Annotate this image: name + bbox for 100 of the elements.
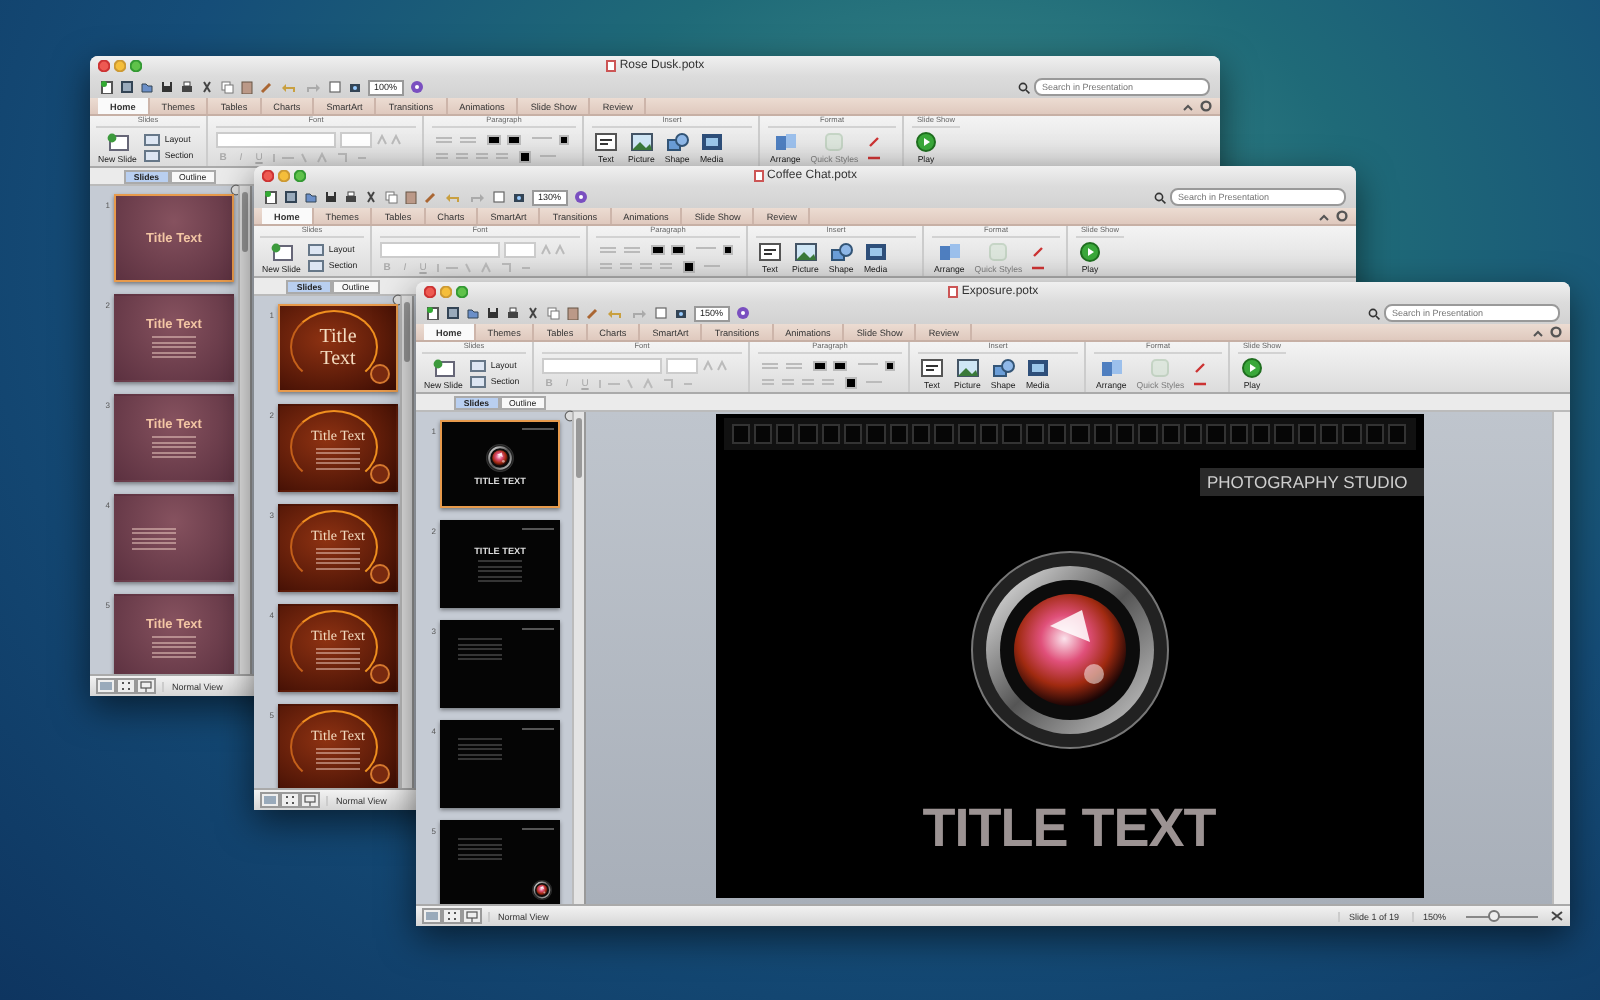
search-icon[interactable] bbox=[1018, 81, 1030, 93]
camera-lens-drawing bbox=[486, 443, 514, 471]
font-size-field[interactable] bbox=[666, 357, 698, 373]
paragraph-tools-drawing bbox=[432, 131, 572, 163]
folder-icon[interactable] bbox=[466, 306, 480, 320]
folder-icon[interactable] bbox=[304, 190, 318, 204]
brush-icon[interactable] bbox=[586, 306, 600, 320]
help-icon[interactable] bbox=[573, 190, 588, 204]
scrollbar[interactable] bbox=[1552, 412, 1570, 904]
copy-icon[interactable] bbox=[220, 80, 234, 94]
paragraph-tools-drawing bbox=[758, 357, 898, 389]
document-icon bbox=[947, 286, 958, 298]
print-icon[interactable] bbox=[180, 80, 194, 94]
badge-drawing bbox=[370, 564, 390, 584]
save-icon[interactable] bbox=[324, 190, 338, 204]
scrollbar[interactable] bbox=[238, 186, 250, 674]
slide-sorter-icon[interactable] bbox=[280, 792, 300, 808]
shapes-icon bbox=[829, 241, 854, 261]
film-icon bbox=[1025, 357, 1050, 377]
slide-thumbnail[interactable] bbox=[440, 820, 560, 904]
close-button-icon[interactable] bbox=[424, 286, 436, 298]
slide-sorter-icon[interactable] bbox=[442, 908, 462, 924]
copy-icon[interactable] bbox=[384, 190, 398, 204]
slideshow-view-icon[interactable] bbox=[300, 792, 320, 808]
slideshow-view-icon[interactable] bbox=[462, 908, 482, 924]
badge-drawing bbox=[370, 664, 390, 684]
slide-sorter-icon[interactable] bbox=[116, 678, 136, 694]
text-lines-drawing bbox=[316, 747, 360, 769]
save-icon[interactable] bbox=[160, 80, 174, 94]
templates-icon[interactable] bbox=[120, 80, 134, 94]
templates-icon[interactable] bbox=[446, 306, 460, 320]
scrollbar[interactable] bbox=[572, 412, 584, 904]
slide-thumbnail[interactable]: Title Text bbox=[278, 304, 398, 392]
zoom-button-icon[interactable] bbox=[130, 60, 142, 72]
paste-icon[interactable] bbox=[566, 306, 580, 320]
new-slide-icon bbox=[269, 241, 294, 261]
close-button-icon[interactable] bbox=[98, 60, 110, 72]
slideshow-view-icon[interactable] bbox=[136, 678, 156, 694]
text-box-icon bbox=[920, 357, 944, 377]
copy-icon[interactable] bbox=[546, 306, 560, 320]
minimize-button-icon[interactable] bbox=[440, 286, 452, 298]
slide-thumbnail[interactable] bbox=[440, 720, 560, 808]
sidebar-icon[interactable] bbox=[492, 190, 506, 204]
font-name-field[interactable] bbox=[542, 357, 662, 373]
slide-thumbnail[interactable] bbox=[440, 620, 560, 708]
text-lines-drawing bbox=[458, 738, 502, 760]
search-icon[interactable] bbox=[1368, 307, 1380, 319]
search-icon[interactable] bbox=[1154, 191, 1166, 203]
badge-drawing bbox=[370, 364, 390, 384]
new-document-icon[interactable] bbox=[426, 306, 440, 320]
scissors-icon[interactable] bbox=[364, 190, 378, 204]
close-button-icon[interactable] bbox=[262, 170, 274, 182]
paste-icon[interactable] bbox=[240, 80, 254, 94]
help-icon[interactable] bbox=[409, 80, 424, 94]
brush-icon[interactable] bbox=[260, 80, 274, 94]
film-icon bbox=[699, 131, 724, 151]
font-name-field[interactable] bbox=[380, 241, 500, 257]
brush-icon[interactable] bbox=[424, 190, 438, 204]
sidebar-icon[interactable] bbox=[328, 80, 342, 94]
new-document-icon[interactable] bbox=[264, 190, 278, 204]
collapse-icon[interactable] bbox=[1182, 101, 1194, 111]
minimize-button-icon[interactable] bbox=[114, 60, 126, 72]
collapse-icon[interactable] bbox=[1532, 327, 1544, 337]
zoom-button-icon[interactable] bbox=[294, 170, 306, 182]
new-document-icon[interactable] bbox=[100, 80, 114, 94]
print-icon[interactable] bbox=[344, 190, 358, 204]
media-browser-icon[interactable] bbox=[348, 80, 362, 94]
templates-icon[interactable] bbox=[284, 190, 298, 204]
collapse-icon[interactable] bbox=[1318, 211, 1330, 221]
minimize-button-icon[interactable] bbox=[278, 170, 290, 182]
font-size-field[interactable] bbox=[340, 131, 372, 147]
zoom-button-icon[interactable] bbox=[456, 286, 468, 298]
font-name-field[interactable] bbox=[216, 131, 336, 147]
layout-icon bbox=[470, 359, 487, 371]
font-size-icon bbox=[702, 359, 730, 371]
media-browser-icon[interactable] bbox=[512, 190, 526, 204]
media-browser-icon[interactable] bbox=[674, 306, 688, 320]
sidebar-icon[interactable] bbox=[654, 306, 668, 320]
text-lines-drawing bbox=[458, 838, 502, 860]
slide-canvas[interactable]: PHOTOGRAPHY STUDIO TITLE TEXT bbox=[715, 414, 1423, 898]
slide-thumbnail[interactable] bbox=[114, 494, 234, 582]
paste-icon[interactable] bbox=[404, 190, 418, 204]
arrange-icon bbox=[773, 131, 798, 151]
text-lines-drawing bbox=[152, 636, 196, 658]
scrollbar[interactable] bbox=[400, 296, 412, 788]
help-icon[interactable] bbox=[735, 306, 750, 320]
play-icon bbox=[1078, 241, 1102, 261]
fit-window-icon[interactable] bbox=[1550, 910, 1564, 922]
badge-drawing bbox=[370, 764, 390, 784]
slide-title: TITLE TEXT bbox=[922, 798, 1216, 860]
layout-icon bbox=[144, 133, 161, 145]
scissors-icon[interactable] bbox=[200, 80, 214, 94]
print-icon[interactable] bbox=[506, 306, 520, 320]
text-lines-drawing bbox=[316, 447, 360, 469]
picture-icon bbox=[955, 357, 980, 377]
save-icon[interactable] bbox=[486, 306, 500, 320]
text-lines-drawing bbox=[152, 336, 196, 358]
folder-icon[interactable] bbox=[140, 80, 154, 94]
font-size-field[interactable] bbox=[504, 241, 536, 257]
scissors-icon[interactable] bbox=[526, 306, 540, 320]
